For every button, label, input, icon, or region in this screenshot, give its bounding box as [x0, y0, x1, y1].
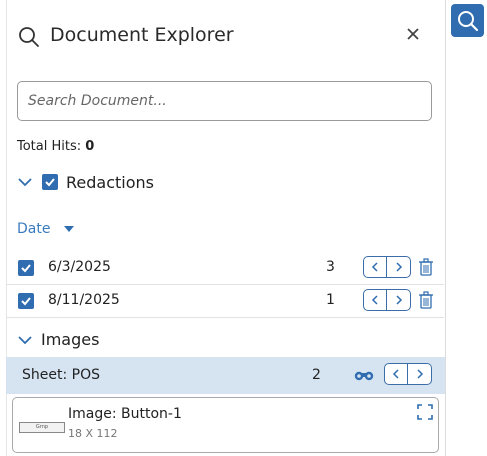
sheet-row[interactable]: Sheet: POS 2 [6, 357, 445, 394]
prev-button[interactable] [384, 363, 408, 385]
chevron-right-icon [395, 262, 402, 272]
thumbnail-text: Grnp [35, 424, 49, 430]
next-button[interactable] [387, 256, 411, 278]
search-icon [19, 27, 39, 47]
document-explorer-panel: Document Explorer Total Hits: 0 Redactio… [0, 0, 446, 456]
sheet-count: 2 [312, 367, 321, 383]
row-count: 3 [326, 259, 335, 275]
image-thumbnail: Grnp [19, 422, 65, 433]
expand-icon[interactable] [417, 404, 433, 420]
row-date: 6/3/2025 [48, 259, 111, 275]
image-size: 18 X 112 [68, 427, 118, 440]
row-checkbox[interactable] [18, 260, 34, 276]
search-toggle-button[interactable] [451, 4, 484, 37]
redactions-label: Redactions [66, 172, 154, 192]
chevron-down-icon[interactable] [17, 174, 33, 190]
redactions-section-header[interactable]: Redactions [17, 170, 154, 194]
prev-button[interactable] [363, 256, 387, 278]
row-nav [363, 256, 411, 278]
table-row[interactable]: 6/3/2025 3 [6, 251, 444, 285]
images-section-header[interactable]: Images [17, 330, 99, 349]
search-icon [457, 10, 478, 31]
binoculars-icon[interactable] [354, 368, 374, 382]
trash-icon[interactable] [418, 291, 434, 309]
trash-icon[interactable] [418, 258, 434, 276]
table-row[interactable]: 8/11/2025 1 [6, 284, 444, 318]
row-count: 1 [326, 292, 335, 308]
chevron-left-icon [392, 369, 399, 379]
search-input[interactable] [17, 81, 432, 121]
redactions-checkbox[interactable] [42, 174, 58, 190]
next-button[interactable] [387, 289, 411, 311]
sheet-nav [384, 363, 432, 385]
caret-down-icon [64, 226, 75, 232]
chevron-left-icon [371, 262, 378, 272]
row-checkbox[interactable] [18, 293, 34, 309]
chevron-right-icon [416, 369, 423, 379]
image-title: Image: Button-1 [68, 406, 182, 422]
check-icon [21, 297, 31, 306]
check-icon [45, 178, 55, 187]
sheet-label: Sheet: POS [22, 367, 100, 383]
chevron-down-icon[interactable] [17, 332, 33, 348]
sort-dropdown[interactable]: Date [17, 221, 75, 237]
close-icon[interactable] [403, 24, 423, 44]
page-title: Document Explorer [50, 24, 234, 46]
total-hits-label: Total Hits: [17, 139, 82, 154]
total-hits-value: 0 [85, 139, 95, 154]
sort-label: Date [17, 221, 51, 237]
chevron-right-icon [395, 295, 402, 305]
row-date: 8/11/2025 [48, 292, 120, 308]
total-hits: Total Hits: 0 [17, 139, 94, 154]
images-label: Images [41, 330, 100, 349]
panel-header: Document Explorer [0, 0, 445, 70]
next-button[interactable] [408, 363, 432, 385]
prev-button[interactable] [363, 289, 387, 311]
image-card[interactable]: Grnp Image: Button-1 18 X 112 [12, 397, 439, 453]
row-nav [363, 289, 411, 311]
check-icon [21, 264, 31, 273]
chevron-left-icon [371, 295, 378, 305]
